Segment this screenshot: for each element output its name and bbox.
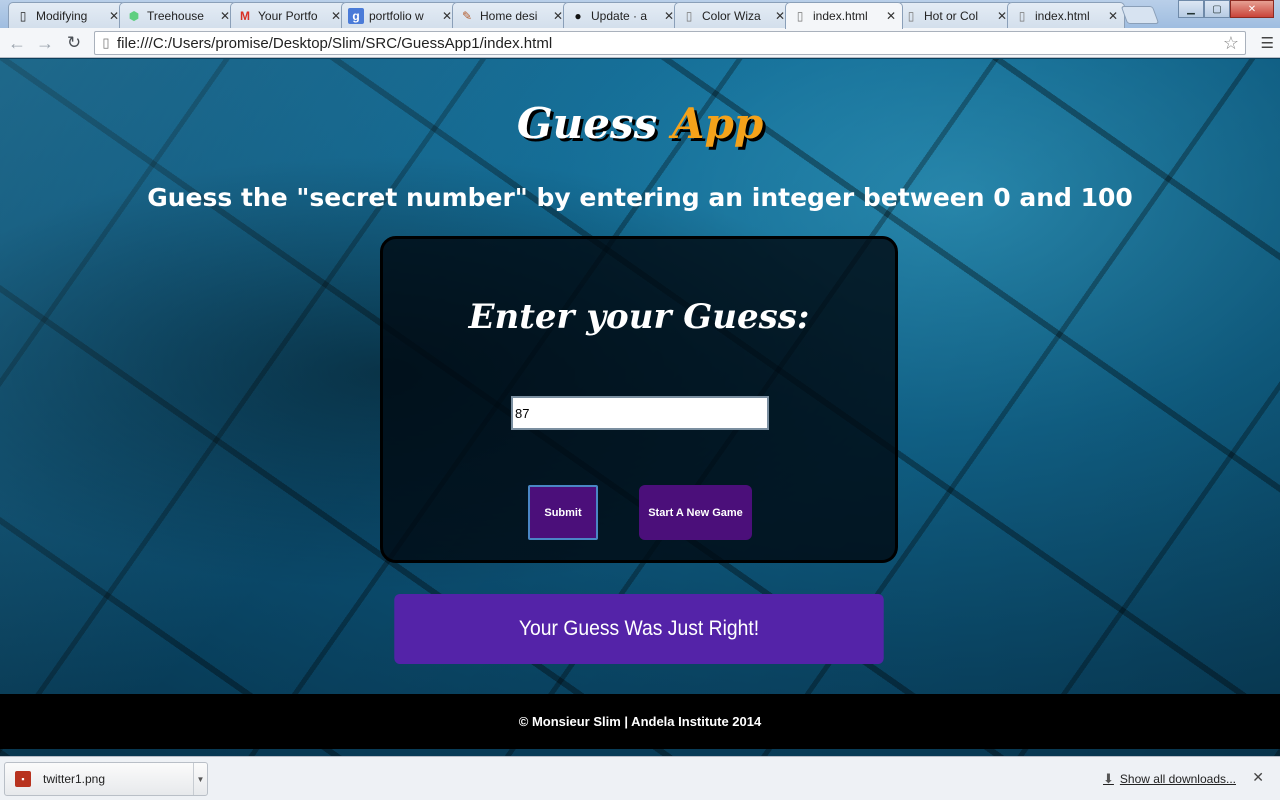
tab-modifying[interactable]: ▯ Modifying ✕ bbox=[8, 2, 126, 28]
close-icon[interactable]: ✕ bbox=[775, 9, 785, 23]
chevron-down-icon[interactable]: ▼ bbox=[193, 763, 207, 795]
image-file-icon: ▪ bbox=[15, 771, 31, 787]
download-arrow-icon: ⬇ bbox=[1103, 771, 1114, 786]
new-game-button[interactable]: Start A New Game bbox=[639, 485, 752, 540]
tab-label: Hot or Col bbox=[924, 8, 979, 23]
guess-input[interactable] bbox=[511, 396, 769, 430]
tab-label: index.html bbox=[813, 9, 868, 23]
tab-label: Home desi bbox=[480, 8, 538, 23]
download-file-name: twitter1.png bbox=[43, 772, 106, 786]
google-icon: g bbox=[348, 7, 364, 24]
page-icon: ▯ bbox=[1018, 8, 1026, 23]
tab-github[interactable]: ● Update · a ✕ bbox=[563, 2, 681, 28]
page-icon: ▯ bbox=[796, 9, 804, 23]
footer-text: © Monsieur Slim | Andela Institute 2014 bbox=[518, 714, 762, 729]
doc-g-icon: ▯ bbox=[19, 8, 27, 23]
treehouse-icon: ⬢ bbox=[128, 8, 140, 23]
show-all-label: Show all downloads... bbox=[1119, 772, 1236, 786]
tab-label: Treehouse bbox=[147, 8, 204, 23]
tab-index-active[interactable]: ▯ index.html ✕ bbox=[785, 2, 903, 29]
tab-label: Color Wiza bbox=[702, 8, 761, 23]
close-icon[interactable]: ✕ bbox=[109, 9, 119, 23]
tab-label: Modifying bbox=[36, 8, 88, 23]
bookmark-star-icon[interactable]: ☆ bbox=[1223, 32, 1239, 54]
close-icon[interactable]: ✕ bbox=[997, 9, 1007, 23]
pen-icon: ✎ bbox=[461, 8, 473, 23]
forward-icon[interactable]: → bbox=[34, 32, 56, 54]
menu-icon[interactable]: ☰ bbox=[1261, 34, 1274, 52]
download-shelf: ▪ twitter1.png ▼ ⬇ Show all downloads...… bbox=[0, 756, 1280, 800]
github-icon: ● bbox=[574, 8, 582, 23]
tab-google[interactable]: g portfolio w ✕ bbox=[341, 2, 459, 28]
gmail-icon: M bbox=[240, 8, 250, 23]
tab-label: index.html bbox=[1035, 8, 1090, 23]
tab-index-2[interactable]: ▯ index.html ✕ bbox=[1007, 2, 1125, 28]
close-icon[interactable]: ✕ bbox=[1108, 9, 1118, 23]
page-icon: ▯ bbox=[102, 35, 110, 50]
close-icon[interactable]: ✕ bbox=[220, 9, 230, 23]
browser-toolbar: ← → ↻ ▯ file:///C:/Users/promise/Desktop… bbox=[0, 28, 1280, 58]
address-bar[interactable]: ▯ file:///C:/Users/promise/Desktop/Slim/… bbox=[94, 31, 1246, 55]
tab-label: Your Portfo bbox=[258, 8, 318, 23]
close-icon[interactable]: ✕ bbox=[331, 9, 341, 23]
tab-label: portfolio w bbox=[369, 8, 424, 23]
title-main: Guess bbox=[516, 99, 658, 148]
new-tab-button[interactable] bbox=[1120, 6, 1160, 24]
tab-color-wizard[interactable]: ▯ Color Wiza ✕ bbox=[674, 2, 792, 28]
tab-strip: ▯ Modifying ✕ ⬢ Treehouse ✕ M Your Portf… bbox=[0, 0, 1280, 29]
close-icon[interactable]: ✕ bbox=[553, 9, 563, 23]
panel-heading: Enter your Guess: bbox=[468, 297, 810, 337]
page-icon: ▯ bbox=[907, 8, 915, 23]
reload-icon[interactable]: ↻ bbox=[63, 32, 85, 54]
window-controls: ▁ ▢ ✕ bbox=[1178, 0, 1274, 18]
show-all-downloads-link[interactable]: ⬇ Show all downloads... bbox=[1103, 771, 1236, 787]
instructions: Guess the "secret number" by entering an… bbox=[147, 183, 1133, 212]
maximize-icon[interactable]: ▢ bbox=[1204, 0, 1230, 18]
result-banner: Your Guess Was Just Right! bbox=[394, 594, 884, 664]
footer: © Monsieur Slim | Andela Institute 2014 bbox=[0, 694, 1280, 749]
tab-treehouse[interactable]: ⬢ Treehouse ✕ bbox=[119, 2, 237, 28]
page-icon: ▯ bbox=[685, 8, 693, 23]
close-icon[interactable]: ✕ bbox=[886, 9, 896, 23]
close-window-icon[interactable]: ✕ bbox=[1230, 0, 1274, 18]
app-title: Guess App bbox=[0, 99, 1280, 148]
close-icon[interactable]: ✕ bbox=[664, 9, 674, 23]
tab-home-design[interactable]: ✎ Home desi ✕ bbox=[452, 2, 570, 28]
close-icon[interactable]: ✕ bbox=[442, 9, 452, 23]
title-accent: App bbox=[671, 99, 764, 148]
submit-button[interactable]: Submit bbox=[528, 485, 598, 540]
tab-gmail[interactable]: M Your Portfo ✕ bbox=[230, 2, 348, 28]
tab-label: Update · a bbox=[591, 8, 648, 23]
guess-panel: Enter your Guess: Submit Start A New Gam… bbox=[380, 236, 898, 563]
minimize-icon[interactable]: ▁ bbox=[1178, 0, 1204, 18]
close-icon[interactable]: ✕ bbox=[1252, 769, 1264, 786]
page-viewport: Guess App Guess the "secret number" by e… bbox=[0, 59, 1280, 756]
tab-hot-or-cold[interactable]: ▯ Hot or Col ✕ bbox=[896, 2, 1014, 28]
download-item[interactable]: ▪ twitter1.png ▼ bbox=[4, 762, 208, 796]
back-icon[interactable]: ← bbox=[6, 32, 28, 54]
url-text: file:///C:/Users/promise/Desktop/Slim/SR… bbox=[117, 34, 553, 52]
